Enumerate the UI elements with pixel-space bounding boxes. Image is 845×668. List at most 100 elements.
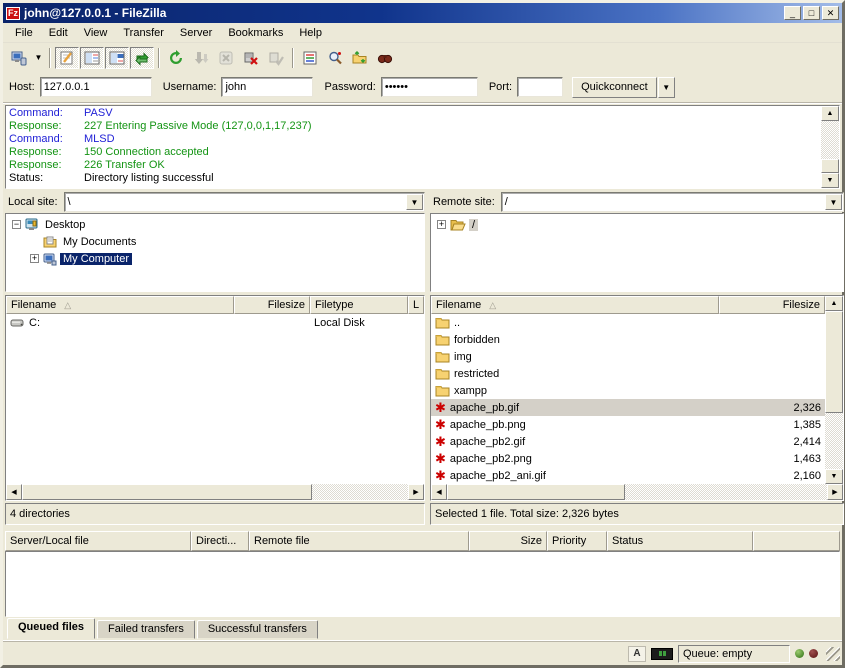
remote-horizontal-scrollbar[interactable]: ◀ ▶: [431, 484, 843, 500]
local-pane: Local site: \ ▼ −DesktopMy Documents+My …: [5, 191, 425, 525]
tree-indent: [30, 237, 39, 246]
file-row-img[interactable]: img: [431, 348, 825, 365]
tree-expander-plus-icon[interactable]: +: [437, 220, 446, 229]
menu-item-view[interactable]: View: [76, 25, 116, 41]
image-file-icon: ✱: [435, 401, 446, 414]
column-header-filename[interactable]: Filename△: [6, 296, 234, 314]
scroll-down-icon[interactable]: ▼: [825, 469, 843, 484]
file-row--[interactable]: ..: [431, 314, 825, 331]
tree-expander-minus-icon[interactable]: −: [12, 220, 21, 229]
column-header-filesize[interactable]: Filesize: [719, 296, 825, 314]
toggle-message-log-button[interactable]: [55, 47, 79, 69]
remote-vertical-scrollbar[interactable]: ▲ ▼: [825, 296, 843, 484]
site-manager-button[interactable]: [7, 47, 31, 69]
queue-column-size[interactable]: Size: [469, 531, 547, 551]
toggle-local-tree-button[interactable]: [80, 47, 104, 69]
filesize-cell: [719, 382, 825, 399]
queue-column-directi-[interactable]: Directi...: [191, 531, 249, 551]
password-input[interactable]: [381, 77, 478, 97]
local-horizontal-scrollbar[interactable]: ◀ ▶: [6, 484, 424, 500]
file-row-restricted[interactable]: restricted: [431, 365, 825, 382]
scroll-right-icon[interactable]: ▶: [827, 484, 843, 500]
column-header-filesize[interactable]: Filesize: [234, 296, 310, 314]
chevron-down-icon[interactable]: ▼: [825, 194, 842, 210]
menu-item-help[interactable]: Help: [291, 25, 330, 41]
my-computer-icon: [43, 252, 57, 266]
queue-column-remote-file[interactable]: Remote file: [249, 531, 469, 551]
menu-item-transfer[interactable]: Transfer: [115, 25, 172, 41]
scroll-left-icon[interactable]: ◀: [431, 484, 447, 500]
scroll-left-icon[interactable]: ◀: [6, 484, 22, 500]
menu-item-bookmarks[interactable]: Bookmarks: [220, 25, 291, 41]
queue-column-priority[interactable]: Priority: [547, 531, 607, 551]
local-status-bar: 4 directories: [5, 503, 425, 525]
filter-button[interactable]: [298, 47, 322, 69]
scroll-up-icon[interactable]: ▲: [825, 296, 843, 311]
queue-column-blank[interactable]: [753, 531, 840, 551]
tab-successful-transfers[interactable]: Successful transfers: [197, 620, 318, 639]
file-search-button[interactable]: [323, 47, 347, 69]
file-row-apache-pb-png[interactable]: ✱apache_pb.png1,385: [431, 416, 825, 433]
queue-column-status[interactable]: Status: [607, 531, 753, 551]
tab-queued-files[interactable]: Queued files: [7, 618, 95, 639]
scroll-down-icon[interactable]: ▼: [821, 173, 839, 188]
file-row-apache-pb-gif[interactable]: ✱apache_pb.gif2,326: [431, 399, 825, 416]
maximize-button[interactable]: □: [803, 6, 820, 20]
chevron-down-icon[interactable]: ▼: [406, 194, 423, 210]
column-header-l[interactable]: L: [408, 296, 424, 314]
image-file-icon: ✱: [435, 418, 446, 431]
file-row-forbidden[interactable]: forbidden: [431, 331, 825, 348]
file-row-xampp[interactable]: xampp: [431, 382, 825, 399]
column-header-filename[interactable]: Filename△: [431, 296, 719, 314]
scrollbar-thumb[interactable]: [447, 484, 625, 500]
tree-item--[interactable]: +/: [431, 216, 843, 233]
app-logo-icon: Fz: [6, 7, 20, 20]
disconnect-button[interactable]: [239, 47, 263, 69]
toggle-remote-tree-button[interactable]: [105, 47, 129, 69]
data-type-icon[interactable]: A: [628, 646, 646, 662]
filesize-cell: [719, 348, 825, 365]
tree-item-my-computer[interactable]: +My Computer: [6, 250, 424, 267]
queue-column-server-local-file[interactable]: Server/Local file: [5, 531, 191, 551]
synchronized-browsing-button[interactable]: [348, 47, 372, 69]
tree-item-my-documents[interactable]: My Documents: [6, 233, 424, 250]
filesize-cell: [719, 314, 825, 331]
tree-item-desktop[interactable]: −Desktop: [6, 216, 424, 233]
filetype-cell: Local Disk: [310, 314, 408, 331]
filesize-cell: 1,385: [719, 416, 825, 433]
close-button[interactable]: ✕: [822, 6, 839, 20]
toggle-transfer-queue-button[interactable]: [130, 47, 154, 69]
directory-comparison-button[interactable]: [373, 47, 397, 69]
port-input[interactable]: [517, 77, 563, 97]
scroll-up-icon[interactable]: ▲: [821, 106, 839, 121]
scroll-right-icon[interactable]: ▶: [408, 484, 424, 500]
menu-item-file[interactable]: File: [7, 25, 41, 41]
file-row-apache-pb2-ani-gif[interactable]: ✱apache_pb2_ani.gif2,160: [431, 467, 825, 484]
file-row-apache-pb2-png[interactable]: ✱apache_pb2.png1,463: [431, 450, 825, 467]
resize-grip[interactable]: [826, 647, 840, 661]
file-row-apache-pb2-gif[interactable]: ✱apache_pb2.gif2,414: [431, 433, 825, 450]
refresh-button[interactable]: [164, 47, 188, 69]
username-input[interactable]: [221, 77, 313, 97]
file-row-c-[interactable]: C: Local Disk: [6, 314, 424, 331]
reconnect-button: [264, 47, 288, 69]
filename-cell: C:: [6, 314, 234, 331]
menu-item-edit[interactable]: Edit: [41, 25, 76, 41]
column-header-filetype[interactable]: Filetype: [310, 296, 408, 314]
scrollbar-thumb[interactable]: [22, 484, 312, 500]
log-vertical-scrollbar[interactable]: ▲ ▼: [821, 106, 839, 188]
quickconnect-dropdown-icon[interactable]: ▼: [658, 77, 675, 98]
scrollbar-thumb[interactable]: [821, 159, 839, 173]
tab-failed-transfers[interactable]: Failed transfers: [97, 620, 195, 639]
menu-item-server[interactable]: Server: [172, 25, 220, 41]
host-input[interactable]: [40, 77, 152, 97]
scrollbar-thumb[interactable]: [825, 311, 843, 413]
site-manager-dropdown-icon[interactable]: ▼: [32, 47, 45, 69]
tree-expander-plus-icon[interactable]: +: [30, 254, 39, 263]
minimize-button[interactable]: _: [784, 6, 801, 20]
speed-limits-icon[interactable]: [651, 648, 673, 660]
quickconnect-button[interactable]: Quickconnect: [572, 77, 657, 98]
remote-site-combo[interactable]: / ▼: [501, 192, 844, 212]
column-header-label: Filesize: [783, 299, 820, 311]
local-site-combo[interactable]: \ ▼: [64, 192, 425, 212]
